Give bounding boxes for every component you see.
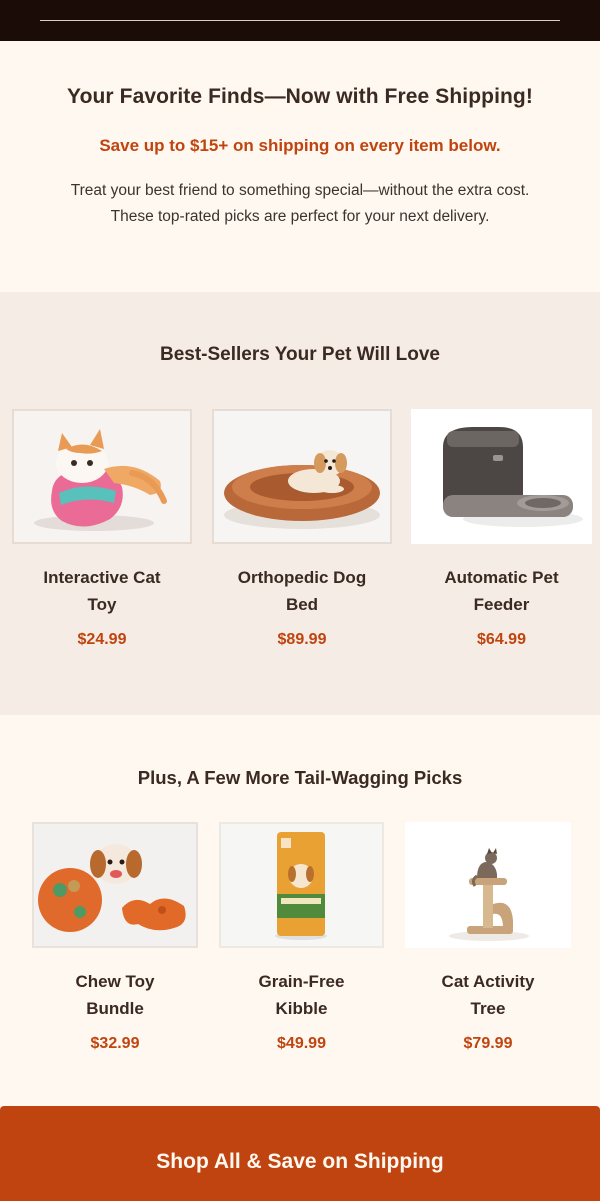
product-price: $89.99: [277, 631, 327, 648]
hero-body: Treat your best friend to something spec…: [30, 178, 570, 230]
hero-body-line-1: Treat your best friend to something spec…: [70, 182, 530, 199]
kibble-bag-image[interactable]: [219, 822, 384, 948]
product-name[interactable]: Automatic Pet Feeder: [411, 564, 592, 618]
product-name-line-1: Grain-Free: [258, 972, 345, 991]
product-name[interactable]: Orthopedic Dog Bed: [212, 564, 392, 618]
product-card-cat-tree[interactable]: Cat Activity Tree $79.99: [405, 822, 571, 1053]
product-name-line-2: Tree: [470, 999, 506, 1018]
best-sellers-grid: Interactive Cat Toy $24.99 Orthopedic Do…: [0, 366, 600, 666]
best-sellers-section: Best-Sellers Your Pet Will Love Interact…: [0, 292, 600, 715]
cat-toy-image[interactable]: [12, 409, 192, 544]
product-name[interactable]: Cat Activity Tree: [405, 968, 571, 1022]
product-card-chew-toys[interactable]: Chew Toy Bundle $32.99: [32, 822, 198, 1053]
cat-tree-image[interactable]: [405, 822, 571, 948]
header-divider: [40, 20, 560, 21]
top-header-bar: [0, 0, 600, 41]
product-card-dog-bed[interactable]: Orthopedic Dog Bed $89.99: [212, 409, 392, 649]
product-name[interactable]: Chew Toy Bundle: [32, 968, 198, 1022]
product-name[interactable]: Grain-Free Kibble: [219, 968, 384, 1022]
product-name[interactable]: Interactive Cat Toy: [12, 564, 192, 618]
product-price: $79.99: [463, 1035, 513, 1052]
product-name-line-1: Orthopedic Dog: [237, 568, 367, 587]
chew-toys-image[interactable]: [32, 822, 198, 948]
product-name-line-2: Toy: [87, 595, 117, 614]
product-price: $32.99: [90, 1035, 140, 1052]
shop-all-button[interactable]: Shop All & Save on Shipping: [156, 1150, 443, 1174]
product-card-kibble[interactable]: Grain-Free Kibble $49.99: [219, 822, 384, 1053]
hero-title: Your Favorite Finds—Now with Free Shippi…: [67, 85, 533, 108]
product-name-line-1: Automatic Pet: [444, 568, 559, 587]
product-price: $24.99: [77, 631, 127, 648]
spacer: [0, 248, 600, 292]
product-name-line-2: Kibble: [275, 999, 328, 1018]
product-price: $49.99: [277, 1035, 326, 1052]
product-name-line-1: Interactive Cat: [43, 568, 161, 587]
product-price: $64.99: [477, 631, 526, 648]
product-name-line-2: Bundle: [86, 999, 144, 1018]
product-card-pet-feeder[interactable]: Automatic Pet Feeder $64.99: [411, 409, 592, 649]
product-name-line-2: Bed: [285, 595, 319, 614]
pet-feeder-image[interactable]: [411, 409, 592, 544]
dog-bed-image[interactable]: [212, 409, 392, 544]
cta-section: Shop All & Save on Shipping: [0, 1106, 600, 1201]
best-sellers-heading: Best-Sellers Your Pet Will Love: [160, 344, 440, 365]
more-picks-heading: Plus, A Few More Tail-Wagging Picks: [137, 767, 463, 788]
product-name-line-2: Feeder: [473, 595, 530, 614]
product-name-line-1: Chew Toy: [75, 972, 155, 991]
hero-subtitle: Save up to $15+ on shipping on every ite…: [99, 136, 501, 155]
hero-body-line-2: These top-rated picks are perfect for yo…: [110, 208, 490, 225]
more-picks-section: Plus, A Few More Tail-Wagging Picks Chew…: [0, 715, 600, 1106]
product-name-line-1: Cat Activity: [441, 972, 535, 991]
hero-section: Your Favorite Finds—Now with Free Shippi…: [0, 41, 600, 248]
product-card-cat-toy[interactable]: Interactive Cat Toy $24.99: [12, 409, 192, 649]
